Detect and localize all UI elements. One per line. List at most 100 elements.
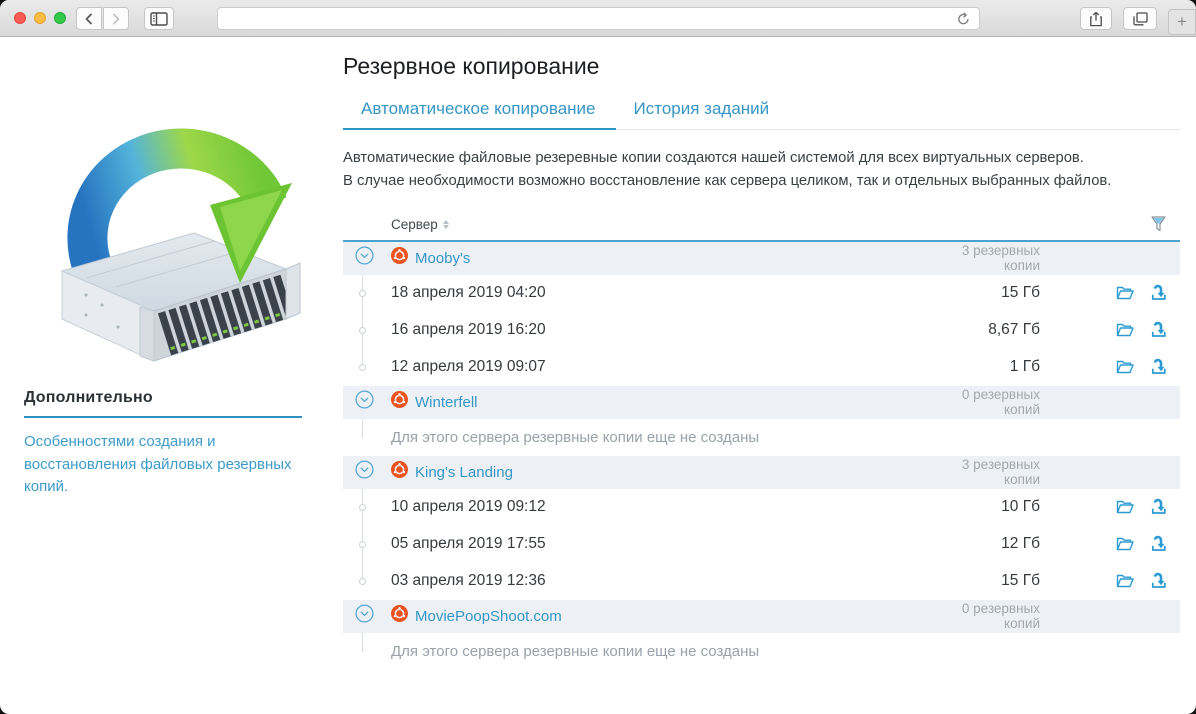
zoom-window-button[interactable] (54, 12, 66, 24)
extras-link[interactable]: Особенностями создания и восстановления … (24, 431, 302, 499)
browse-files-icon[interactable] (1115, 534, 1135, 554)
ubuntu-os-icon (391, 391, 408, 413)
server-group-row[interactable]: Mooby's 3 резервных копии (343, 242, 1180, 275)
backup-size: 15 Гб (930, 572, 1040, 590)
backup-row: 03 апреля 2019 12:36 15 Гб (343, 563, 1180, 600)
sidebar-toggle-button[interactable] (144, 7, 174, 30)
main-panel: Резервное копирование Автоматическое коп… (343, 37, 1180, 670)
empty-message: Для этого сервера резервные копии еще не… (391, 643, 1180, 660)
empty-backup-row: Для этого сервера резервные копии еще не… (343, 633, 1180, 670)
empty-backup-row: Для этого сервера резервные копии еще не… (343, 419, 1180, 456)
server-group-row[interactable]: MoviePoopShoot.com 0 резервных копий (343, 600, 1180, 633)
back-button[interactable] (76, 7, 102, 30)
page-content: Дополнительно Особенностями создания и в… (0, 37, 1196, 670)
tab-overview-icon (1133, 12, 1148, 26)
traffic-lights (14, 12, 66, 24)
download-backup-icon[interactable] (1148, 534, 1168, 554)
browse-files-icon[interactable] (1115, 283, 1135, 303)
chevron-down-circle-icon (355, 396, 374, 413)
backup-size: 10 Гб (930, 498, 1040, 516)
left-sidebar: Дополнительно Особенностями создания и в… (0, 37, 343, 670)
chevron-down-circle-icon (355, 466, 374, 483)
description-line-2: В случае необходимости возможно восстано… (343, 170, 1180, 193)
description-line-1: Автоматические файловые резеревные копии… (343, 147, 1180, 170)
sidebar-icon (150, 12, 168, 26)
backup-size: 1 Гб (930, 358, 1040, 376)
empty-message: Для этого сервера резервные копии еще не… (391, 429, 1180, 446)
backup-size: 12 Гб (930, 535, 1040, 553)
chevron-down-circle-icon (355, 252, 374, 269)
server-column-label: Сервер (391, 217, 438, 232)
table-header: Сервер (343, 209, 1180, 242)
tab-bar: Автоматическое копирование История задан… (343, 99, 1180, 130)
minimize-window-button[interactable] (34, 12, 46, 24)
backup-date: 18 апреля 2019 04:20 (391, 284, 930, 302)
extras-heading: Дополнительно (24, 389, 302, 418)
download-backup-icon[interactable] (1148, 497, 1168, 517)
server-name[interactable]: MoviePoopShoot.com (415, 608, 562, 625)
timeline-node (359, 504, 366, 511)
back-icon (84, 13, 94, 25)
backup-illustration (42, 83, 318, 368)
collapse-toggle[interactable] (343, 604, 391, 628)
collapse-toggle[interactable] (343, 246, 391, 270)
backup-date: 16 апреля 2019 16:20 (391, 321, 930, 339)
backup-rows: 10 апреля 2019 09:12 10 Гб 05 апреля 201… (343, 489, 1180, 600)
backup-size: 15 Гб (930, 284, 1040, 302)
forward-button[interactable] (103, 7, 129, 30)
timeline-node (359, 327, 366, 334)
server-group-row[interactable]: King's Landing 3 резервных копии (343, 456, 1180, 489)
new-tab-button[interactable]: + (1168, 9, 1196, 35)
ubuntu-os-icon (391, 605, 408, 627)
ubuntu-os-icon (391, 247, 408, 269)
backup-row: 05 апреля 2019 17:55 12 Гб (343, 526, 1180, 563)
download-backup-icon[interactable] (1148, 283, 1168, 303)
server-name[interactable]: Mooby's (415, 250, 470, 267)
description: Автоматические файловые резеревные копии… (343, 147, 1180, 194)
backup-rows: 18 апреля 2019 04:20 15 Гб 16 апреля 201… (343, 275, 1180, 386)
backup-size: 8,67 Гб (930, 321, 1040, 339)
browse-files-icon[interactable] (1115, 357, 1135, 377)
download-backup-icon[interactable] (1148, 320, 1168, 340)
server-column-header[interactable]: Сервер (343, 217, 930, 232)
chevron-down-circle-icon (355, 610, 374, 627)
download-backup-icon[interactable] (1148, 357, 1168, 377)
timeline-node (359, 541, 366, 548)
extras-panel: Дополнительно Особенностями создания и в… (24, 389, 302, 499)
download-backup-icon[interactable] (1148, 571, 1168, 591)
backup-date: 03 апреля 2019 12:36 (391, 572, 930, 590)
browser-chrome: + (0, 0, 1196, 37)
backup-date: 05 апреля 2019 17:55 (391, 535, 930, 553)
backup-date: 10 апреля 2019 09:12 (391, 498, 930, 516)
tab-job-history[interactable]: История заданий (616, 99, 790, 129)
forward-icon (111, 13, 121, 25)
backup-count: 0 резервных копий (930, 387, 1040, 417)
timeline-node (359, 290, 366, 297)
browse-files-icon[interactable] (1115, 497, 1135, 517)
backup-rows: Для этого сервера резервные копии еще не… (343, 419, 1180, 456)
tab-auto-backup[interactable]: Автоматическое копирование (343, 99, 616, 129)
server-name[interactable]: King's Landing (415, 464, 513, 481)
share-button[interactable] (1080, 7, 1112, 30)
close-window-button[interactable] (14, 12, 26, 24)
backup-row: 16 апреля 2019 16:20 8,67 Гб (343, 312, 1180, 349)
server-name[interactable]: Winterfell (415, 394, 478, 411)
filter-icon[interactable] (1148, 214, 1168, 234)
plus-icon: + (1177, 12, 1187, 32)
collapse-toggle[interactable] (343, 460, 391, 484)
tab-overview-button[interactable] (1123, 7, 1157, 30)
page-title: Резервное копирование (343, 53, 1180, 80)
sort-icon[interactable] (443, 220, 449, 229)
backup-row: 12 апреля 2019 09:07 1 Гб (343, 349, 1180, 386)
timeline-node (359, 364, 366, 371)
reload-icon[interactable] (953, 9, 973, 29)
browse-files-icon[interactable] (1115, 571, 1135, 591)
backup-row: 18 апреля 2019 04:20 15 Гб (343, 275, 1180, 312)
backup-count: 3 резервных копии (930, 457, 1040, 487)
server-group-row[interactable]: Winterfell 0 резервных копий (343, 386, 1180, 419)
browse-files-icon[interactable] (1115, 320, 1135, 340)
address-bar[interactable] (217, 7, 980, 30)
backup-count: 3 резервных копии (930, 243, 1040, 273)
collapse-toggle[interactable] (343, 390, 391, 414)
browser-window: + (0, 0, 1196, 714)
